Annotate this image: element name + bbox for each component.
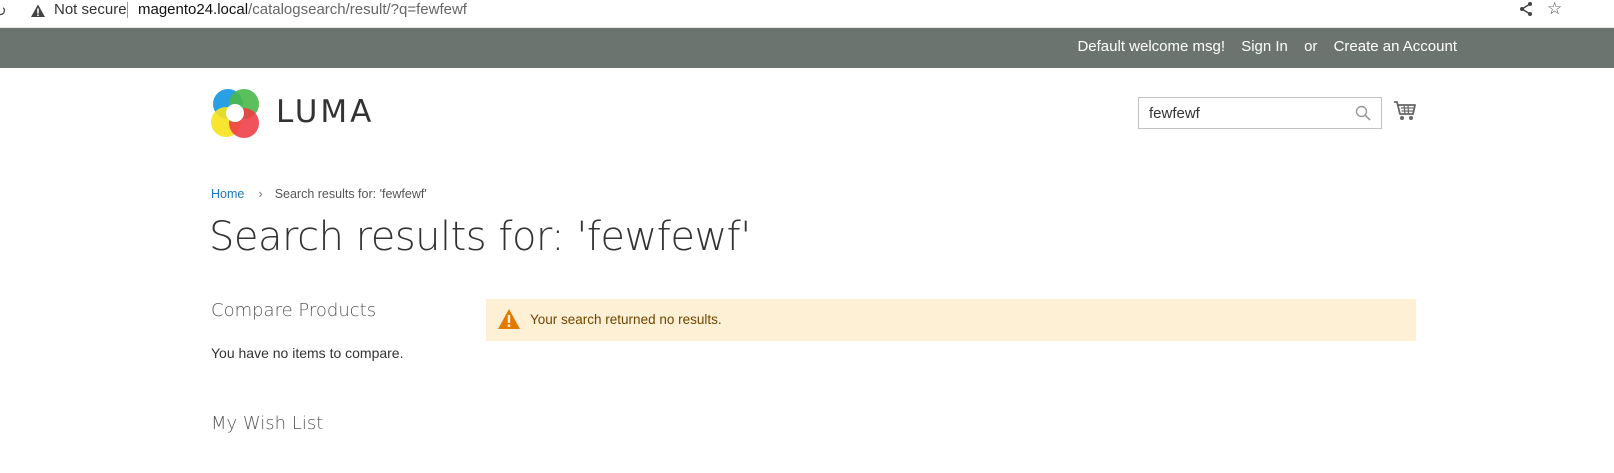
top-panel: Default welcome msg! Sign In or Create a… bbox=[0, 28, 1614, 68]
reload-icon[interactable]: ↻ bbox=[0, 2, 7, 20]
breadcrumb-current: Search results for: 'fewfewf' bbox=[274, 187, 427, 201]
create-account-link[interactable]: Create an Account bbox=[1334, 38, 1457, 55]
chevron-right-icon: › bbox=[258, 186, 263, 201]
luma-logo-icon[interactable] bbox=[210, 88, 262, 140]
browser-address-bar: ↻ Not secure magento24.local/catalogsear… bbox=[0, 0, 1614, 28]
search-icon[interactable] bbox=[1355, 105, 1371, 121]
compare-products-title: Compare Products bbox=[211, 300, 377, 321]
top-links: Default welcome msg! Sign In or Create a… bbox=[1065, 38, 1457, 55]
notice-warning-icon bbox=[498, 309, 520, 329]
breadcrumb: Home › Search results for: 'fewfewf' bbox=[211, 186, 427, 201]
url-host: magento24.local bbox=[138, 1, 249, 18]
sign-in-link[interactable]: Sign In bbox=[1241, 38, 1288, 55]
url-field[interactable]: magento24.local/catalogsearch/result/?q=… bbox=[138, 1, 467, 18]
logo-text[interactable]: LUMA bbox=[276, 94, 374, 130]
share-icon[interactable] bbox=[1518, 1, 1534, 17]
notice-message: Your search returned no results. bbox=[530, 312, 722, 327]
breadcrumb-home-link[interactable]: Home bbox=[211, 187, 244, 201]
welcome-message: Default welcome msg! bbox=[1077, 38, 1226, 55]
security-label[interactable]: Not secure bbox=[54, 1, 127, 18]
compare-empty-message: You have no items to compare. bbox=[211, 345, 404, 361]
wishlist-title: My Wish List bbox=[211, 413, 324, 434]
warning-icon[interactable] bbox=[30, 3, 46, 19]
url-divider bbox=[127, 2, 128, 18]
no-results-notice: Your search returned no results. bbox=[486, 299, 1416, 341]
star-icon[interactable]: ☆ bbox=[1547, 0, 1562, 19]
search-input[interactable] bbox=[1139, 98, 1339, 128]
or-text: or bbox=[1304, 38, 1318, 55]
search-box bbox=[1138, 97, 1382, 129]
cart-icon[interactable] bbox=[1393, 100, 1417, 122]
page-title: Search results for: 'fewfewf' bbox=[209, 214, 751, 260]
url-path: /catalogsearch/result/?q=fewfewf bbox=[248, 1, 467, 18]
